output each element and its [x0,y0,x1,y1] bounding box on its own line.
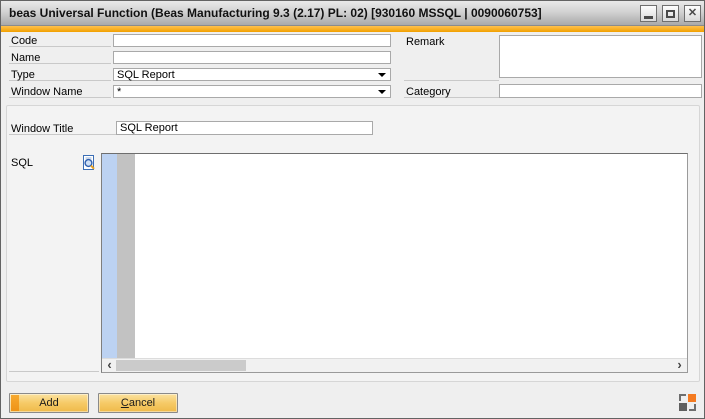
code-label-cell: Code [9,34,111,47]
scrollbar-thumb[interactable] [116,360,246,371]
close-icon: ✕ [688,8,697,19]
maximize-icon [666,10,675,18]
name-input[interactable] [113,51,391,64]
chevron-down-icon [378,73,386,77]
sql-editor[interactable]: ‹ › [101,153,688,373]
type-label-cell: Type [9,68,111,81]
sql-preview-icon[interactable] [81,155,97,171]
code-label: Code [11,35,37,48]
minimize-button[interactable] [640,5,657,22]
sql-label: SQL [11,157,33,170]
default-button-accent [11,395,19,411]
horizontal-scrollbar[interactable]: ‹ › [102,358,687,372]
name-label-cell: Name [9,51,111,64]
minimize-icon [644,16,653,19]
type-combobox-value: SQL Report [117,69,175,81]
editor-selection-gutter [102,154,117,358]
window-name-label-cell: Window Name [9,85,111,98]
chevron-down-icon [378,90,386,94]
add-button-label: Add [39,397,59,409]
window-name-combobox[interactable]: * [113,85,391,98]
window-name-combobox-value: * [117,86,121,98]
category-input[interactable] [499,84,702,98]
cancel-button-mnemonic: C [121,397,129,409]
cancel-button-label: ancel [129,397,155,409]
window-title-input[interactable] [116,121,373,135]
window-name-label: Window Name [11,86,83,99]
sql-editor-textarea[interactable] [135,154,687,358]
beas-universal-function-window: beas Universal Function (Beas Manufactur… [0,0,705,419]
editor-line-gutter [117,154,135,358]
category-label-cell: Category [404,85,499,98]
window-title-text: beas Universal Function (Beas Manufactur… [9,1,542,26]
add-button[interactable]: Add [9,393,89,413]
window-title-label: Window Title [11,123,73,136]
type-combobox[interactable]: SQL Report [113,68,391,81]
name-label: Name [11,52,40,65]
cancel-button[interactable]: Cancel [98,393,178,413]
sql-label-underline [9,359,99,372]
accent-strip [1,26,704,32]
close-button[interactable]: ✕ [684,5,701,22]
scroll-left-icon[interactable]: ‹ [102,359,117,372]
category-label: Category [406,86,451,99]
titlebar[interactable]: beas Universal Function (Beas Manufactur… [1,1,704,26]
scroll-right-icon[interactable]: › [672,359,687,372]
remark-label-cell: Remark [404,35,499,81]
remark-label: Remark [406,36,445,49]
window-title-label-cell: Window Title [9,121,116,135]
code-input[interactable] [113,34,391,47]
maximize-button[interactable] [662,5,679,22]
resize-grip-icon[interactable] [679,394,696,411]
remark-textarea[interactable] [499,35,702,78]
type-label: Type [11,69,35,82]
